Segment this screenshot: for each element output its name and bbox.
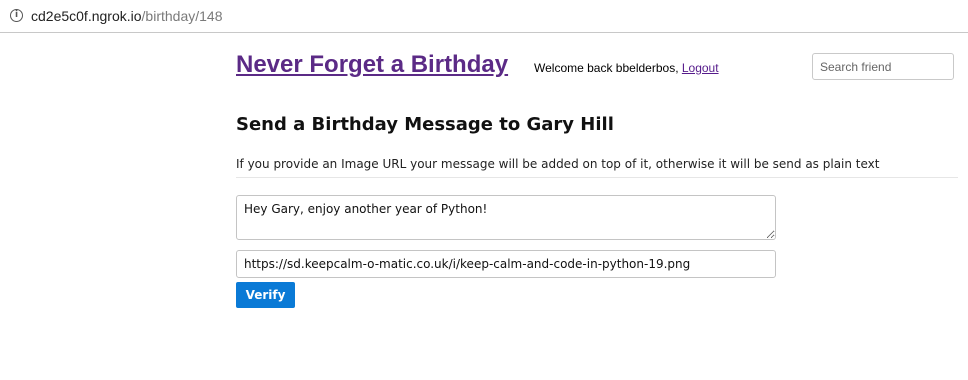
image-url-input[interactable]: [236, 250, 776, 278]
page-heading: Send a Birthday Message to Gary Hill: [236, 114, 614, 135]
url-host: cd2e5c0f.ngrok.io: [31, 8, 142, 24]
logout-link[interactable]: Logout: [682, 61, 719, 75]
welcome-message: Welcome back bbelderbos, Logout: [534, 61, 719, 75]
info-icon[interactable]: i: [10, 9, 23, 22]
url-path: /birthday/148: [141, 8, 223, 24]
site-title-link[interactable]: Never Forget a Birthday: [236, 51, 508, 79]
verify-button[interactable]: Verify: [236, 282, 295, 308]
divider: [236, 177, 958, 178]
search-friend-input[interactable]: [812, 53, 954, 80]
message-textarea[interactable]: Hey Gary, enjoy another year of Python!: [236, 195, 776, 240]
url-text[interactable]: cd2e5c0f.ngrok.io/birthday/148: [31, 8, 222, 24]
welcome-text: Welcome back bbelderbos,: [534, 61, 682, 75]
address-bar[interactable]: i cd2e5c0f.ngrok.io/birthday/148: [0, 0, 968, 33]
image-url-note: If you provide an Image URL your message…: [236, 157, 880, 171]
